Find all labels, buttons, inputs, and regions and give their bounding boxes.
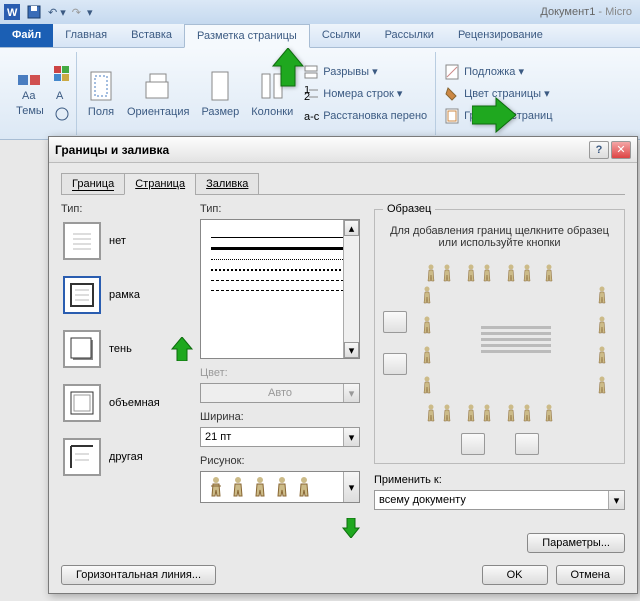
- tab-mailings[interactable]: Рассылки: [373, 24, 446, 47]
- cancel-button[interactable]: Отмена: [556, 565, 625, 585]
- color-combo: Авто▾: [200, 383, 360, 403]
- border-right-toggle[interactable]: [515, 433, 539, 455]
- preview-hint: Для добавления границ щелкните образец и…: [383, 225, 616, 249]
- ribbon-tabs: Файл Главная Вставка Разметка страницы С…: [0, 24, 640, 48]
- width-combo[interactable]: 21 пт▾: [200, 427, 360, 447]
- themes-button[interactable]: Aa Темы: [10, 52, 50, 135]
- tab-insert[interactable]: Вставка: [119, 24, 184, 47]
- callout-arrow-page-tab: [170, 337, 194, 364]
- style-label: Тип:: [200, 203, 360, 215]
- orientation-button[interactable]: Ориентация: [123, 52, 193, 135]
- type-none[interactable]: нет: [61, 219, 186, 263]
- dialog-tabs: Граница Страница Заливка: [61, 173, 625, 195]
- theme-colors-icon[interactable]: [54, 66, 70, 82]
- svg-text:W: W: [7, 7, 18, 19]
- border-top-toggle[interactable]: [383, 311, 407, 333]
- dlg-tab-page[interactable]: Страница: [124, 173, 196, 195]
- line-numbers-button[interactable]: 12Номера строк ▾: [301, 85, 429, 103]
- dialog-title-text: Границы и заливка: [55, 143, 169, 157]
- tab-file[interactable]: Файл: [0, 24, 53, 47]
- options-button[interactable]: Параметры...: [527, 533, 625, 553]
- dlg-tab-border[interactable]: Граница: [61, 173, 125, 195]
- tab-page-layout[interactable]: Разметка страницы: [184, 24, 310, 48]
- undo-icon[interactable]: ↶ ▾: [48, 6, 66, 19]
- close-button[interactable]: ✕: [611, 141, 631, 159]
- color-label: Цвет:: [200, 367, 360, 379]
- border-bottom-toggle[interactable]: [383, 353, 407, 375]
- style-listbox[interactable]: ▴▾: [200, 219, 360, 359]
- help-button[interactable]: ?: [589, 141, 609, 159]
- type-box[interactable]: рамка: [61, 273, 186, 317]
- ok-button[interactable]: OK: [482, 565, 548, 585]
- svg-text:a-c: a-c: [304, 111, 319, 123]
- art-label: Рисунок:: [200, 455, 360, 467]
- tab-home[interactable]: Главная: [53, 24, 119, 47]
- size-button[interactable]: Размер: [197, 52, 243, 135]
- preview-text-icon: [481, 323, 551, 363]
- breaks-button[interactable]: Разрывы ▾: [301, 63, 429, 81]
- margins-button[interactable]: Поля: [83, 52, 119, 135]
- type-shadow[interactable]: тень: [61, 327, 186, 371]
- ribbon: Aa Темы A Поля Ориентация Размер Колонки…: [0, 48, 640, 140]
- preview-fieldset: Образец Для добавления границ щелкните о…: [374, 203, 625, 464]
- group-page-setup: Поля Ориентация Размер Колонки Разрывы ▾…: [77, 52, 436, 135]
- group-themes: Aa Темы A: [4, 52, 77, 135]
- theme-effects-icon[interactable]: [54, 106, 70, 122]
- art-combo[interactable]: ▾: [200, 471, 360, 503]
- window-title: Документ1 - Micro: [540, 4, 632, 18]
- preview-legend: Образец: [383, 203, 435, 215]
- theme-fonts-icon[interactable]: A: [54, 86, 70, 102]
- tab-review[interactable]: Рецензирование: [446, 24, 555, 47]
- dlg-tab-fill[interactable]: Заливка: [195, 173, 259, 195]
- type-label: Тип:: [61, 203, 186, 215]
- hyphenation-button[interactable]: a-cРасстановка перено: [301, 107, 429, 125]
- svg-text:Aa: Aa: [22, 90, 36, 102]
- preview-frame[interactable]: [415, 263, 616, 423]
- horizontal-line-button[interactable]: Горизонтальная линия...: [61, 565, 216, 585]
- callout-arrow-page-borders: [472, 96, 516, 137]
- width-label: Ширина:: [200, 411, 360, 423]
- svg-text:A: A: [56, 90, 64, 102]
- word-icon: W: [4, 4, 20, 20]
- type-custom[interactable]: другая: [61, 435, 186, 479]
- save-icon[interactable]: [26, 4, 42, 20]
- watermark-button[interactable]: Подложка ▾: [442, 63, 554, 81]
- type-3d[interactable]: объемная: [61, 381, 186, 425]
- tab-references[interactable]: Ссылки: [310, 24, 373, 47]
- dialog-titlebar: Границы и заливка ? ✕: [49, 137, 637, 163]
- style-scrollbar[interactable]: ▴▾: [343, 220, 359, 358]
- callout-arrow-art-dd: [341, 518, 361, 541]
- border-left-toggle[interactable]: [461, 433, 485, 455]
- qat-customize-icon[interactable]: ▾: [87, 6, 93, 19]
- redo-icon[interactable]: ↷: [72, 6, 81, 19]
- callout-arrow-layout-tab: [268, 48, 308, 91]
- apply-to-combo[interactable]: всему документу▾: [374, 490, 625, 510]
- apply-to-label: Применить к:: [374, 474, 625, 486]
